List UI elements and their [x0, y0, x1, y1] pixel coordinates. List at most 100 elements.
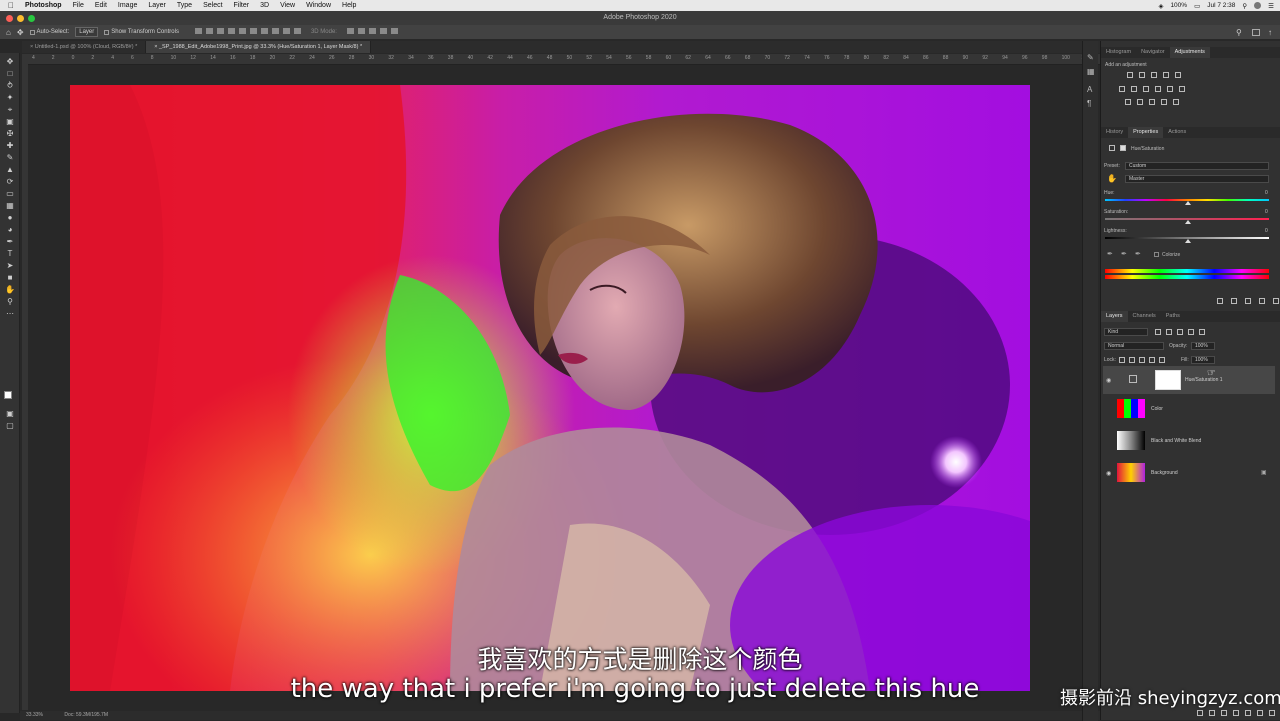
- horizontal-ruler[interactable]: 4 2 0 2 4 6 8 10 12 14 16 18 20 22 24 26 28 30 32 34 36 38 40 4…: [28, 54, 1100, 65]
- crop-tool-icon[interactable]: ⌖: [5, 105, 15, 114]
- transform-controls-checkbox[interactable]: [104, 29, 110, 35]
- brightness-contrast-icon[interactable]: [1127, 72, 1133, 78]
- tab-untitled[interactable]: × Untitled-1.psd @ 100% (Cloud, RGB/8#) …: [22, 41, 147, 53]
- new-layer-icon[interactable]: [1257, 710, 1263, 716]
- curves-icon[interactable]: [1151, 72, 1157, 78]
- color-lookup-icon[interactable]: [1179, 86, 1185, 92]
- tab-histogram[interactable]: Histogram: [1101, 47, 1136, 58]
- tab-paths[interactable]: Paths: [1161, 311, 1185, 322]
- menu-edit[interactable]: Edit: [95, 0, 107, 11]
- document-photo[interactable]: [70, 85, 1030, 691]
- view-previous-icon[interactable]: [1231, 298, 1237, 304]
- tab-active-photo[interactable]: × _SP_1988_Edit_Adobe1998_Print.jpg @ 33…: [146, 41, 372, 53]
- move-tool-icon[interactable]: ✥: [5, 57, 15, 66]
- layer-row-color[interactable]: Color: [1103, 395, 1275, 423]
- lock-position-icon[interactable]: [1139, 357, 1145, 363]
- quick-mask-icon[interactable]: ▣: [5, 409, 15, 418]
- menu-app-name[interactable]: Photoshop: [25, 0, 62, 11]
- gradient-map-icon[interactable]: [1161, 99, 1167, 105]
- eraser-tool-icon[interactable]: ▭: [5, 189, 15, 198]
- layer-row-hue-saturation[interactable]: ◉ Hue/Saturation 1: [1103, 366, 1275, 394]
- adjustment-layer-icon[interactable]: [1109, 145, 1115, 151]
- zoom-level[interactable]: 33.33%: [26, 712, 43, 718]
- tab-history[interactable]: History: [1101, 127, 1128, 138]
- battery-icon[interactable]: ▭: [1194, 2, 1200, 10]
- colorize-checkbox[interactable]: [1154, 252, 1159, 257]
- menu-help[interactable]: Help: [342, 0, 356, 11]
- saturation-slider-thumb[interactable]: [1185, 220, 1191, 224]
- saturation-value[interactable]: 0: [1265, 209, 1268, 215]
- reset-icon[interactable]: [1245, 298, 1251, 304]
- clone-source-icon[interactable]: ▦: [1087, 67, 1095, 76]
- magic-wand-icon[interactable]: ✦: [5, 93, 15, 102]
- menu-type[interactable]: Type: [177, 0, 192, 11]
- eyedropper-plus-icon[interactable]: ✒: [1121, 250, 1127, 258]
- clock-text[interactable]: Jul 7 2:38: [1207, 2, 1235, 9]
- pixel-filter-icon[interactable]: [1155, 329, 1161, 335]
- layer-mask-icon[interactable]: [1120, 145, 1126, 151]
- layer-mask-thumbnail[interactable]: [1155, 370, 1181, 390]
- opacity-input[interactable]: 100%: [1191, 342, 1215, 350]
- clip-to-layer-icon[interactable]: [1217, 298, 1223, 304]
- apple-icon[interactable]: : [8, 0, 14, 11]
- more-tools-icon[interactable]: ⋯: [5, 309, 15, 318]
- gradient-tool-icon[interactable]: ▦: [5, 201, 15, 210]
- marquee-tool-icon[interactable]: □: [5, 69, 15, 78]
- menu-filter[interactable]: Filter: [234, 0, 250, 11]
- lock-pixels-icon[interactable]: [1119, 357, 1125, 363]
- black-white-icon[interactable]: [1143, 86, 1149, 92]
- eyedropper-icon[interactable]: ✠: [5, 129, 15, 138]
- blur-tool-icon[interactable]: ●: [5, 213, 15, 222]
- close-icon[interactable]: ×: [30, 44, 33, 50]
- hue-slider-thumb[interactable]: [1185, 201, 1191, 205]
- photo-filter-icon[interactable]: [1155, 86, 1161, 92]
- add-mask-icon[interactable]: [1221, 710, 1227, 716]
- posterize-icon[interactable]: [1137, 99, 1143, 105]
- auto-select-dropdown[interactable]: Layer: [75, 27, 99, 37]
- character-panel-icon[interactable]: A: [1087, 85, 1092, 94]
- tab-properties[interactable]: Properties: [1128, 127, 1164, 138]
- adjustment-filter-icon[interactable]: [1166, 329, 1172, 335]
- workspace-icon[interactable]: [1252, 28, 1260, 36]
- hand-tool-icon[interactable]: ✋: [5, 285, 15, 294]
- color-balance-icon[interactable]: [1131, 86, 1137, 92]
- layer-row-background[interactable]: ◉ Background ▣: [1103, 459, 1275, 487]
- layer-name[interactable]: Background: [1151, 470, 1178, 476]
- layer-name[interactable]: Black and White Blend: [1151, 438, 1201, 444]
- 3d-mode-icons[interactable]: [343, 28, 398, 36]
- stamp-tool-icon[interactable]: ▲: [5, 165, 15, 174]
- vibrance-icon[interactable]: [1175, 72, 1181, 78]
- targeted-adjustment-hand-icon[interactable]: ✋: [1107, 174, 1117, 183]
- exposure-icon[interactable]: [1163, 72, 1169, 78]
- layer-row-black-white-blend[interactable]: Black and White Blend: [1103, 427, 1275, 455]
- dodge-tool-icon[interactable]: ◕: [5, 225, 15, 234]
- user-avatar[interactable]: [1254, 2, 1262, 9]
- align-icons[interactable]: [191, 28, 301, 36]
- close-window-button[interactable]: [6, 15, 13, 22]
- lock-all-icon[interactable]: [1159, 357, 1165, 363]
- healing-brush-icon[interactable]: ✚: [5, 141, 15, 150]
- home-icon[interactable]: ⌂: [6, 28, 11, 37]
- eyedropper-minus-icon[interactable]: ✒: [1135, 250, 1141, 258]
- type-tool-icon[interactable]: T: [5, 249, 15, 258]
- shape-filter-icon[interactable]: [1188, 329, 1194, 335]
- menu-3d[interactable]: 3D: [260, 0, 269, 11]
- lock-image-icon[interactable]: [1129, 357, 1135, 363]
- spotlight-search-icon[interactable]: ⚲: [1242, 2, 1247, 10]
- layer-style-icon[interactable]: [1209, 710, 1215, 716]
- tab-layers[interactable]: Layers: [1101, 311, 1128, 322]
- preset-dropdown[interactable]: Custom: [1125, 162, 1269, 170]
- lock-artboard-icon[interactable]: [1149, 357, 1155, 363]
- lightness-slider-thumb[interactable]: [1185, 239, 1191, 243]
- menu-select[interactable]: Select: [203, 0, 222, 11]
- brush-settings-icon[interactable]: ✎: [1087, 53, 1094, 62]
- tab-channels[interactable]: Channels: [1128, 311, 1161, 322]
- wifi-icon[interactable]: ◈: [1158, 2, 1163, 10]
- layer-name[interactable]: Color: [1151, 406, 1163, 412]
- move-tool-icon[interactable]: ✥: [17, 28, 24, 37]
- tab-adjustments[interactable]: Adjustments: [1169, 47, 1210, 58]
- layer-filter-kind[interactable]: Kind: [1104, 328, 1148, 336]
- document-info[interactable]: Doc: 59.3M/195.7M: [64, 712, 108, 718]
- channel-dropdown[interactable]: Master: [1125, 175, 1269, 183]
- hue-saturation-icon[interactable]: [1119, 86, 1125, 92]
